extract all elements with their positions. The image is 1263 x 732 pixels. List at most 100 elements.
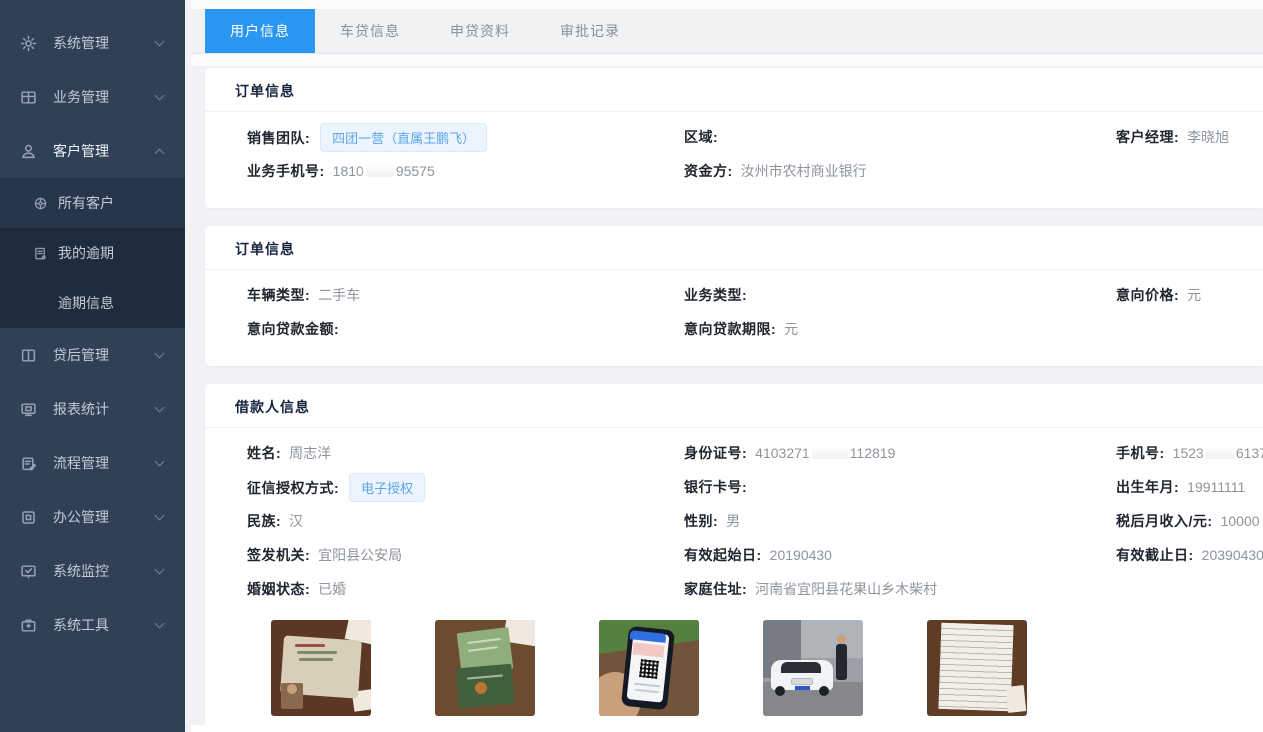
tab-car-loan-info[interactable]: 车贷信息 bbox=[315, 9, 425, 53]
sidebar-item-system-management[interactable]: 系统管理 bbox=[0, 16, 185, 70]
horizontal-scrollbar[interactable] bbox=[191, 725, 1263, 732]
field-account-manager: 客户经理:李晓旭 bbox=[1116, 127, 1263, 147]
main-content: 用户信息 车贷信息 申贷资料 审批记录 订单信息 销售团队:四团一营（直属王鹏飞… bbox=[191, 0, 1263, 732]
monitor-icon bbox=[20, 401, 37, 418]
field-marital-status: 婚姻状态:已婚 bbox=[247, 579, 684, 599]
order-info-card-2: 订单信息 车辆类型:二手车 业务类型: 意向价格:元 意向贷款金额: bbox=[205, 226, 1263, 366]
sidebar-item-report-statistics[interactable]: 报表统计 bbox=[0, 382, 185, 436]
field-home-address: 家庭住址:河南省宜阳县花果山乡木柴村 bbox=[684, 579, 1116, 599]
sidebar-item-office-management[interactable]: 办公管理 bbox=[0, 490, 185, 544]
field-vehicle-type: 车辆类型:二手车 bbox=[247, 285, 684, 305]
field-income: 税后月收入/元:10000 bbox=[1116, 511, 1263, 531]
sidebar-item-process-management[interactable]: 流程管理 bbox=[0, 436, 185, 490]
order-info-card-1: 订单信息 销售团队:四团一营（直属王鹏飞） 区域: 客户经理:李晓旭 业务手机号… bbox=[205, 68, 1263, 208]
chevron-down-icon bbox=[155, 457, 165, 467]
chevron-down-icon bbox=[155, 511, 165, 521]
id-card-photo[interactable] bbox=[271, 620, 371, 716]
field-valid-from: 有效起始日:20190430 bbox=[684, 545, 1116, 565]
sidebar-item-label: 贷后管理 bbox=[53, 345, 109, 365]
sidebar: 系统管理 业务管理 客户管理 所有客户 bbox=[0, 0, 185, 732]
field-issuing-authority: 签发机关:宜阳县公安局 bbox=[247, 545, 684, 565]
sidebar-item-label: 系统管理 bbox=[53, 33, 109, 53]
attachment-thumbnails: 人像面 驾驶证正副页 bbox=[247, 620, 1263, 732]
field-business-type: 业务类型: bbox=[684, 285, 1116, 305]
wheel-icon bbox=[33, 196, 48, 211]
card-title: 订单信息 bbox=[205, 68, 1263, 112]
sidebar-item-postloan-management[interactable]: 贷后管理 bbox=[0, 328, 185, 382]
paper-document-photo[interactable] bbox=[927, 620, 1027, 716]
book-icon bbox=[33, 246, 48, 261]
clipboard-icon bbox=[20, 455, 37, 472]
sidebar-item-label: 报表统计 bbox=[53, 399, 109, 419]
gear-icon bbox=[20, 35, 37, 52]
field-ethnicity: 民族:汉 bbox=[247, 511, 684, 531]
sidebar-item-label: 流程管理 bbox=[53, 453, 109, 473]
redacted-segment bbox=[366, 164, 394, 177]
field-name: 姓名:周志洋 bbox=[247, 443, 684, 463]
field-valid-to: 有效截止日:20390430 bbox=[1116, 545, 1263, 565]
attachment-license: 驾驶证正副页 bbox=[435, 620, 535, 732]
field-bank-card: 银行卡号: bbox=[684, 477, 1116, 497]
credit-auth-tag[interactable]: 电子授权 bbox=[349, 473, 425, 502]
sidebar-item-overdue-info[interactable]: 逾期信息 bbox=[0, 278, 185, 328]
grid-icon bbox=[20, 89, 37, 106]
user-icon bbox=[20, 143, 37, 160]
tab-loan-application-docs[interactable]: 申贷资料 bbox=[425, 9, 535, 53]
sidebar-item-label: 业务管理 bbox=[53, 87, 109, 107]
card-title: 订单信息 bbox=[205, 226, 1263, 270]
sidebar-item-label: 客户管理 bbox=[53, 141, 109, 161]
license-booklet-photo[interactable] bbox=[435, 620, 535, 716]
phone-qr-photo[interactable] bbox=[599, 620, 699, 716]
sidebar-item-label: 办公管理 bbox=[53, 507, 109, 527]
detail-tabs: 用户信息 车贷信息 申贷资料 审批记录 bbox=[191, 9, 1263, 54]
sidebar-item-label: 系统工具 bbox=[53, 615, 109, 635]
field-id-number: 身份证号:4103271112819 bbox=[684, 443, 1116, 463]
sidebar-item-all-customers[interactable]: 所有客户 bbox=[0, 178, 185, 228]
chevron-up-icon bbox=[155, 148, 165, 158]
borrower-info-card: 借款人信息 姓名:周志洋 身份证号:4103271112819 手机号:1523… bbox=[205, 384, 1263, 732]
field-mobile: 手机号:15236137 bbox=[1116, 443, 1263, 463]
person-car-photo[interactable] bbox=[763, 620, 863, 716]
field-credit-auth: 征信授权方式:电子授权 bbox=[247, 473, 684, 502]
attachment-person-car: 人车合影 bbox=[763, 620, 863, 732]
chevron-down-icon bbox=[155, 91, 165, 101]
field-gender: 性别:男 bbox=[684, 511, 1116, 531]
attachment-other-document: 其他材料 bbox=[927, 620, 1027, 732]
sidebar-item-label: 所有客户 bbox=[58, 193, 114, 213]
redacted-segment bbox=[812, 446, 848, 459]
field-intended-price: 意向价格:元 bbox=[1116, 285, 1263, 305]
chevron-down-icon bbox=[155, 619, 165, 629]
sidebar-item-system-monitor[interactable]: 系统监控 bbox=[0, 544, 185, 598]
toolbox-icon bbox=[20, 617, 37, 634]
tab-user-info[interactable]: 用户信息 bbox=[205, 9, 315, 53]
chevron-down-icon bbox=[155, 37, 165, 47]
tab-approval-records[interactable]: 审批记录 bbox=[535, 9, 645, 53]
chevron-down-icon bbox=[155, 403, 165, 413]
customer-management-submenu: 所有客户 我的逾期 逾期信息 bbox=[0, 178, 185, 328]
square-icon bbox=[20, 509, 37, 526]
field-sales-team: 销售团队:四团一营（直属王鹏飞） bbox=[247, 123, 684, 152]
qr-code bbox=[639, 659, 659, 679]
chevron-down-icon bbox=[155, 349, 165, 359]
attachment-auth-screenshot: 授权截图 bbox=[599, 620, 699, 732]
field-intended-loan-term: 意向贷款期限:元 bbox=[684, 319, 1116, 339]
tabbar-bottom-gap bbox=[191, 54, 1263, 66]
sidebar-item-system-tools[interactable]: 系统工具 bbox=[0, 598, 185, 652]
sidebar-content-divider bbox=[185, 0, 191, 732]
chevron-down-icon bbox=[155, 565, 165, 575]
attachment-id-card: 人像面 bbox=[271, 620, 371, 732]
field-business-phone: 业务手机号:181095575 bbox=[247, 161, 684, 181]
field-intended-loan-amount: 意向贷款金额: bbox=[247, 319, 684, 339]
sidebar-item-my-overdue[interactable]: 我的逾期 bbox=[0, 228, 185, 278]
sidebar-item-label: 逾期信息 bbox=[58, 293, 114, 313]
columns-icon bbox=[20, 347, 37, 364]
field-birth: 出生年月:19911111 bbox=[1116, 477, 1263, 497]
app-window: 系统管理 业务管理 客户管理 所有客户 bbox=[0, 0, 1263, 732]
sales-team-tag[interactable]: 四团一营（直属王鹏飞） bbox=[320, 123, 487, 152]
field-region: 区域: bbox=[684, 127, 1116, 147]
sidebar-item-label: 系统监控 bbox=[53, 561, 109, 581]
sidebar-item-customer-management[interactable]: 客户管理 bbox=[0, 124, 185, 178]
sidebar-item-business-management[interactable]: 业务管理 bbox=[0, 70, 185, 124]
top-strip bbox=[191, 0, 1263, 9]
sidebar-item-label: 我的逾期 bbox=[58, 243, 114, 263]
